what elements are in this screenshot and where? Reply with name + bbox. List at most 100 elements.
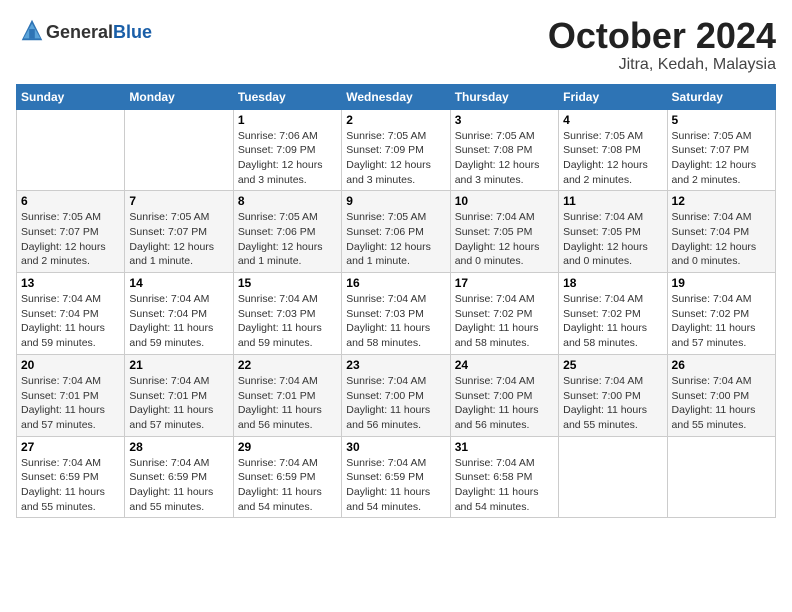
calendar-cell: 29 Sunrise: 7:04 AMSunset: 6:59 PMDayligh… (233, 436, 341, 518)
day-detail: Sunrise: 7:06 AMSunset: 7:09 PMDaylight:… (238, 129, 337, 188)
calendar-cell: 9Sunrise: 7:05 AMSunset: 7:06 PMDaylight… (342, 191, 450, 273)
calendar-cell: 28 Sunrise: 7:04 AMSunset: 6:59 PMDayligh… (125, 436, 233, 518)
calendar-cell: 6 Sunrise: 7:05 AMSunset: 7:07 PMDaylight… (17, 191, 125, 273)
calendar-table: SundayMondayTuesdayWednesdayThursdayFrid… (16, 84, 776, 519)
day-detail: Sunrise: 7:04 AMSunset: 7:05 PMDaylight:… (563, 210, 662, 269)
weekday-header-row: SundayMondayTuesdayWednesdayThursdayFrid… (17, 84, 776, 109)
day-detail: Sunrise: 7:04 AMSunset: 6:58 PMDaylight:… (455, 456, 554, 515)
calendar-cell: 17Sunrise: 7:04 AMSunset: 7:02 PMDayligh… (450, 273, 558, 355)
calendar-week-4: 20 Sunrise: 7:04 AMSunset: 7:01 PMDayligh… (17, 354, 776, 436)
day-detail: Sunrise: 7:04 AMSunset: 7:03 PMDaylight:… (238, 292, 337, 351)
day-detail: Sunrise: 7:05 AMSunset: 7:07 PMDaylight:… (129, 210, 228, 269)
weekday-header-thursday: Thursday (450, 84, 558, 109)
day-number: 25 (563, 358, 662, 372)
calendar-cell (17, 109, 125, 191)
calendar-cell (125, 109, 233, 191)
day-number: 7 (129, 194, 228, 208)
day-number: 11 (563, 194, 662, 208)
calendar-cell: 11 Sunrise: 7:04 AMSunset: 7:05 PMDayligh… (559, 191, 667, 273)
day-number: 14 (129, 276, 228, 290)
logo: GeneralBlue (16, 16, 152, 49)
calendar-title: October 2024 (548, 16, 776, 56)
day-number: 3 (455, 113, 554, 127)
day-number: 20 (21, 358, 120, 372)
calendar-cell: 26 Sunrise: 7:04 AMSunset: 7:00 PMDayligh… (667, 354, 775, 436)
title-block: October 2024 Jitra, Kedah, Malaysia (548, 16, 776, 74)
day-detail: Sunrise: 7:04 AMSunset: 6:59 PMDaylight:… (346, 456, 445, 515)
day-detail: Sunrise: 7:04 AMSunset: 7:02 PMDaylight:… (672, 292, 771, 351)
day-number: 15 (238, 276, 337, 290)
day-detail: Sunrise: 7:04 AMSunset: 7:04 PMDaylight:… (129, 292, 228, 351)
day-detail: Sunrise: 7:04 AMSunset: 6:59 PMDaylight:… (238, 456, 337, 515)
day-detail: Sunrise: 7:04 AMSunset: 7:03 PMDaylight:… (346, 292, 445, 351)
day-detail: Sunrise: 7:04 AMSunset: 7:01 PMDaylight:… (21, 374, 120, 433)
calendar-cell: 23 Sunrise: 7:04 AMSunset: 7:00 PMDayligh… (342, 354, 450, 436)
page-header: GeneralBlue October 2024 Jitra, Kedah, M… (16, 16, 776, 74)
day-detail: Sunrise: 7:04 AMSunset: 6:59 PMDaylight:… (129, 456, 228, 515)
day-detail: Sunrise: 7:05 AMSunset: 7:07 PMDaylight:… (21, 210, 120, 269)
day-detail: Sunrise: 7:05 AMSunset: 7:08 PMDaylight:… (455, 129, 554, 188)
calendar-cell: 24Sunrise: 7:04 AMSunset: 7:00 PMDayligh… (450, 354, 558, 436)
day-number: 18 (563, 276, 662, 290)
calendar-cell: 13 Sunrise: 7:04 AMSunset: 7:04 PMDayligh… (17, 273, 125, 355)
day-number: 26 (672, 358, 771, 372)
calendar-cell: 16 Sunrise: 7:04 AMSunset: 7:03 PMDayligh… (342, 273, 450, 355)
day-number: 10 (455, 194, 554, 208)
weekday-header-tuesday: Tuesday (233, 84, 341, 109)
day-number: 28 (129, 440, 228, 454)
day-number: 21 (129, 358, 228, 372)
logo-icon (18, 16, 46, 44)
day-detail: Sunrise: 7:04 AMSunset: 7:04 PMDaylight:… (672, 210, 771, 269)
calendar-cell: 19Sunrise: 7:04 AMSunset: 7:02 PMDayligh… (667, 273, 775, 355)
day-detail: Sunrise: 7:04 AMSunset: 7:02 PMDaylight:… (563, 292, 662, 351)
calendar-cell (667, 436, 775, 518)
day-number: 8 (238, 194, 337, 208)
calendar-week-2: 6 Sunrise: 7:05 AMSunset: 7:07 PMDaylight… (17, 191, 776, 273)
calendar-cell: 27 Sunrise: 7:04 AMSunset: 6:59 PMDayligh… (17, 436, 125, 518)
calendar-cell: 12 Sunrise: 7:04 AMSunset: 7:04 PMDayligh… (667, 191, 775, 273)
day-number: 16 (346, 276, 445, 290)
calendar-cell: 31Sunrise: 7:04 AMSunset: 6:58 PMDayligh… (450, 436, 558, 518)
calendar-cell: 1Sunrise: 7:06 AMSunset: 7:09 PMDaylight… (233, 109, 341, 191)
calendar-cell: 30 Sunrise: 7:04 AMSunset: 6:59 PMDayligh… (342, 436, 450, 518)
calendar-cell: 3 Sunrise: 7:05 AMSunset: 7:08 PMDaylight… (450, 109, 558, 191)
day-detail: Sunrise: 7:04 AMSunset: 7:00 PMDaylight:… (672, 374, 771, 433)
calendar-week-5: 27 Sunrise: 7:04 AMSunset: 6:59 PMDayligh… (17, 436, 776, 518)
day-detail: Sunrise: 7:05 AMSunset: 7:09 PMDaylight:… (346, 129, 445, 188)
calendar-cell: 5Sunrise: 7:05 AMSunset: 7:07 PMDaylight… (667, 109, 775, 191)
calendar-cell: 20 Sunrise: 7:04 AMSunset: 7:01 PMDayligh… (17, 354, 125, 436)
day-detail: Sunrise: 7:04 AMSunset: 6:59 PMDaylight:… (21, 456, 120, 515)
day-number: 13 (21, 276, 120, 290)
day-number: 23 (346, 358, 445, 372)
calendar-subtitle: Jitra, Kedah, Malaysia (548, 56, 776, 74)
day-detail: Sunrise: 7:04 AMSunset: 7:04 PMDaylight:… (21, 292, 120, 351)
day-number: 5 (672, 113, 771, 127)
calendar-cell: 15 Sunrise: 7:04 AMSunset: 7:03 PMDayligh… (233, 273, 341, 355)
calendar-week-3: 13 Sunrise: 7:04 AMSunset: 7:04 PMDayligh… (17, 273, 776, 355)
weekday-header-sunday: Sunday (17, 84, 125, 109)
day-detail: Sunrise: 7:04 AMSunset: 7:00 PMDaylight:… (346, 374, 445, 433)
day-detail: Sunrise: 7:04 AMSunset: 7:02 PMDaylight:… (455, 292, 554, 351)
calendar-cell: 2 Sunrise: 7:05 AMSunset: 7:09 PMDaylight… (342, 109, 450, 191)
day-number: 27 (21, 440, 120, 454)
day-number: 9 (346, 194, 445, 208)
calendar-cell (559, 436, 667, 518)
weekday-header-saturday: Saturday (667, 84, 775, 109)
day-detail: Sunrise: 7:04 AMSunset: 7:05 PMDaylight:… (455, 210, 554, 269)
calendar-cell: 25Sunrise: 7:04 AMSunset: 7:00 PMDayligh… (559, 354, 667, 436)
day-detail: Sunrise: 7:05 AMSunset: 7:06 PMDaylight:… (238, 210, 337, 269)
day-number: 30 (346, 440, 445, 454)
calendar-cell: 22Sunrise: 7:04 AMSunset: 7:01 PMDayligh… (233, 354, 341, 436)
weekday-header-wednesday: Wednesday (342, 84, 450, 109)
day-detail: Sunrise: 7:04 AMSunset: 7:01 PMDaylight:… (238, 374, 337, 433)
day-number: 29 (238, 440, 337, 454)
day-detail: Sunrise: 7:05 AMSunset: 7:08 PMDaylight:… (563, 129, 662, 188)
day-number: 6 (21, 194, 120, 208)
day-number: 4 (563, 113, 662, 127)
calendar-cell: 4 Sunrise: 7:05 AMSunset: 7:08 PMDaylight… (559, 109, 667, 191)
calendar-cell: 18 Sunrise: 7:04 AMSunset: 7:02 PMDayligh… (559, 273, 667, 355)
calendar-cell: 8 Sunrise: 7:05 AMSunset: 7:06 PMDaylight… (233, 191, 341, 273)
day-number: 12 (672, 194, 771, 208)
calendar-cell: 21Sunrise: 7:04 AMSunset: 7:01 PMDayligh… (125, 354, 233, 436)
day-number: 2 (346, 113, 445, 127)
